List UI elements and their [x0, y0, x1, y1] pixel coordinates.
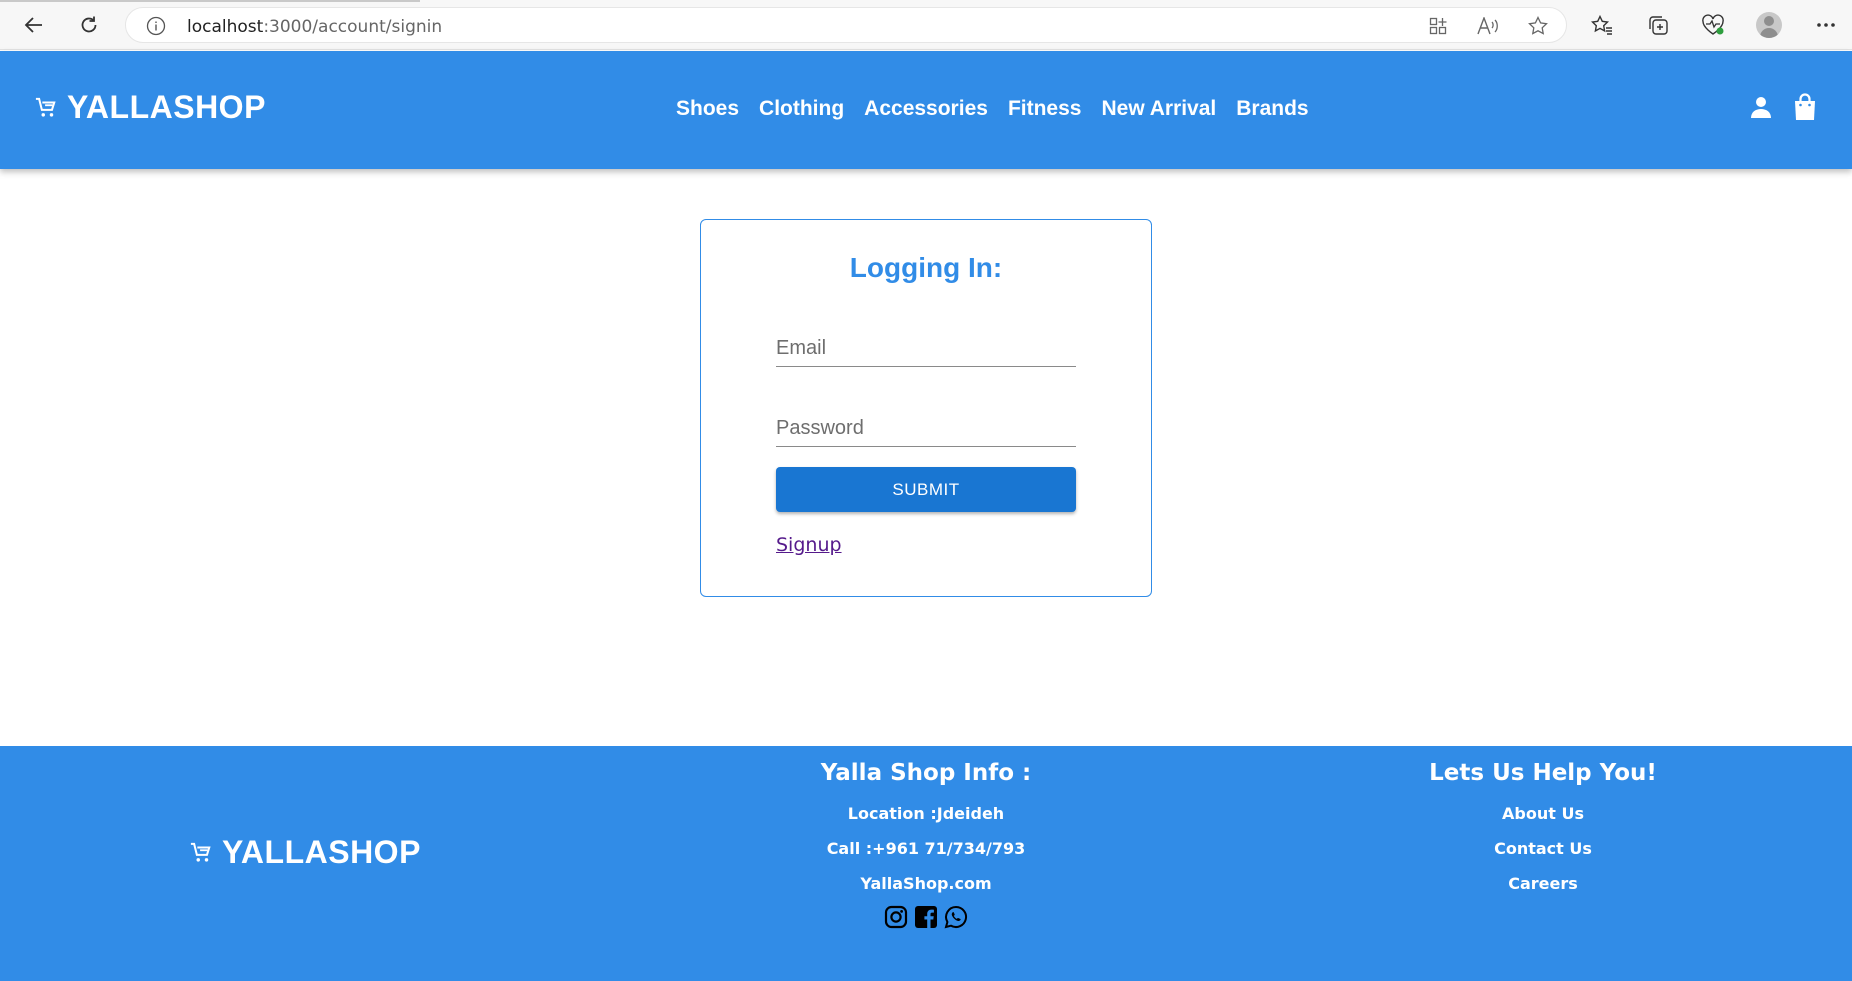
profile-avatar[interactable]: [1756, 12, 1782, 38]
url-host: localhost: [187, 17, 264, 37]
site-header: YALLASHOP Shoes Clothing Accessories Fit…: [0, 51, 1852, 169]
back-arrow-icon: [24, 17, 42, 33]
back-button[interactable]: [18, 9, 50, 41]
submit-button[interactable]: SUBMIT: [776, 467, 1076, 512]
apps-icon[interactable]: [1426, 14, 1450, 38]
nav-new-arrival[interactable]: New Arrival: [1101, 97, 1216, 121]
brand-name: YALLASHOP: [67, 89, 266, 125]
browser-toolbar: localhost:3000/account/signin: [0, 0, 1852, 50]
nav-fitness[interactable]: Fitness: [1008, 97, 1082, 121]
cart-icon: [35, 97, 56, 117]
reload-button[interactable]: [73, 9, 105, 41]
footer-help-title: Lets Us Help You!: [1429, 760, 1657, 786]
footer-location: Location :Jdeideh: [847, 804, 1005, 823]
instagram-icon[interactable]: [884, 905, 908, 929]
password-field[interactable]: [776, 407, 1076, 446]
facebook-icon[interactable]: [914, 905, 938, 929]
url-text[interactable]: localhost:3000/account/signin: [187, 17, 442, 37]
footer-info-column: Yalla Shop Info : Location :Jdeideh Call…: [726, 760, 1126, 929]
email-field[interactable]: [776, 327, 1076, 366]
more-options-icon[interactable]: [1813, 12, 1839, 38]
read-aloud-icon[interactable]: [1476, 14, 1500, 38]
shopping-bag-icon[interactable]: [1792, 93, 1818, 121]
footer-link-careers[interactable]: Careers: [1343, 866, 1743, 901]
refresh-icon: [81, 16, 97, 33]
footer-brand-logo[interactable]: YALLASHOP: [190, 834, 421, 871]
footer-brand-name: YALLASHOP: [222, 834, 421, 870]
favorites-icon[interactable]: [1589, 12, 1615, 38]
social-links: [726, 905, 1126, 929]
page-load-progress: [0, 0, 420, 2]
site-footer: YALLASHOP Yalla Shop Info : Location :Jd…: [0, 746, 1852, 981]
footer-link-contact-us[interactable]: Contact Us: [1343, 831, 1743, 866]
footer-phone: Call :+961 71/734/793: [826, 839, 1026, 858]
login-title: Logging In:: [849, 252, 1003, 283]
footer-link-about-us[interactable]: About Us: [1343, 796, 1743, 831]
site-info-icon[interactable]: [146, 16, 166, 41]
nav-brands[interactable]: Brands: [1236, 97, 1308, 121]
header-brand-logo[interactable]: YALLASHOP: [35, 89, 266, 126]
footer-info-title: Yalla Shop Info :: [820, 760, 1032, 786]
address-bar[interactable]: localhost:3000/account/signin: [125, 7, 1567, 43]
url-path: :3000/account/signin: [263, 17, 443, 37]
main-nav: Shoes Clothing Accessories Fitness New A…: [676, 97, 1329, 121]
whatsapp-icon[interactable]: [944, 905, 968, 929]
password-field-wrapper: [776, 407, 1076, 447]
email-field-wrapper: [776, 327, 1076, 367]
collections-icon[interactable]: [1645, 12, 1671, 38]
cart-icon: [190, 842, 211, 862]
nav-shoes[interactable]: Shoes: [676, 97, 739, 121]
nav-accessories[interactable]: Accessories: [864, 97, 988, 121]
footer-help-column: Lets Us Help You! About Us Contact Us Ca…: [1343, 760, 1743, 901]
browser-essentials-icon[interactable]: [1700, 12, 1726, 38]
footer-website: YallaShop.com: [860, 874, 992, 893]
user-icon[interactable]: [1748, 93, 1774, 121]
favorite-star-icon[interactable]: [1526, 14, 1550, 38]
login-card: Logging In: SUBMIT Signup: [700, 219, 1152, 597]
nav-clothing[interactable]: Clothing: [759, 97, 844, 121]
signup-link[interactable]: Signup: [776, 534, 842, 556]
